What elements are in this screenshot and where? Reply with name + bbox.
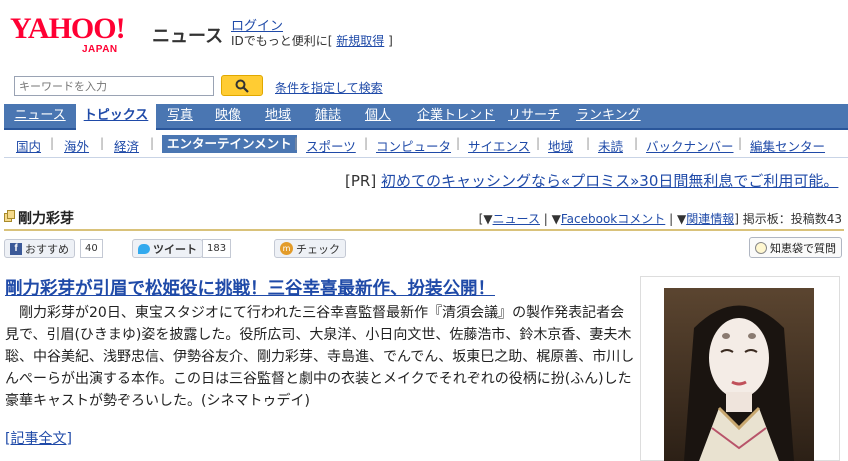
nav-local[interactable]: 地域 xyxy=(260,104,296,128)
advanced-search-link[interactable]: 条件を指定して検索 xyxy=(275,79,383,96)
nav-magazine[interactable]: 雑誌 xyxy=(310,104,346,128)
search-input[interactable] xyxy=(14,76,214,96)
subnav-separator: | xyxy=(738,136,743,150)
triangle-down-icon: ▼ xyxy=(676,212,687,226)
subnav-separator: | xyxy=(150,136,155,150)
mixi-label: チェック xyxy=(296,242,340,256)
subnav-separator: | xyxy=(100,136,105,150)
topic-links: [▼ニュース | ▼Facebookコメント | ▼関連情報] 掲示板：投稿数4… xyxy=(479,210,842,227)
logo-sub: JAPAN xyxy=(82,44,118,55)
section-title: ニュース xyxy=(152,26,224,47)
logo-text: YAHOO! xyxy=(10,12,126,45)
search-button[interactable] xyxy=(221,75,263,96)
subnav-economy[interactable]: 経済 xyxy=(114,136,139,155)
subnav-backnumber[interactable]: バックナンバー xyxy=(646,136,734,155)
login-note: IDでもっと便利に[ 新規取得 ] xyxy=(231,32,393,49)
nav-personal[interactable]: 個人 xyxy=(360,104,396,128)
pr-tag: [PR] xyxy=(345,172,377,190)
facebook-label: おすすめ xyxy=(25,242,69,256)
subnav-editorial[interactable]: 編集センター xyxy=(750,136,825,155)
nav-research[interactable]: リサーチ xyxy=(504,104,564,128)
article-photo[interactable] xyxy=(664,288,814,461)
login-note-prefix: IDでもっと便利に[ xyxy=(231,34,333,48)
login-note-suffix: ] xyxy=(388,34,393,48)
tweet-count: 183 xyxy=(202,239,232,258)
article-body: 剛力彩芽が20日、東宝スタジオにて行われた三谷幸喜監督最新作『清須会議』の製作発… xyxy=(5,305,635,409)
topic-news-link[interactable]: ニュース xyxy=(493,212,540,226)
topic-related-link[interactable]: 関連情報 xyxy=(686,212,734,226)
chiebukuro-label: 知恵袋で質問 xyxy=(770,241,836,255)
nav-news[interactable]: ニュース xyxy=(10,104,70,128)
signup-link[interactable]: 新規取得 xyxy=(336,34,384,48)
subnav-separator: | xyxy=(294,136,299,150)
subnav-entertainment[interactable]: エンターテインメント xyxy=(162,135,297,153)
main-nav: ニュース トピックス 写真 映像 地域 雑誌 個人 企業トレンド リサーチ ラン… xyxy=(4,104,848,130)
board-count: 掲示板：投稿数43 xyxy=(742,212,842,226)
subnav-separator: | xyxy=(536,136,541,150)
article-headline[interactable]: 剛力彩芽が引眉で松姫役に挑戦！三谷幸喜最新作、扮装公開！ xyxy=(5,275,495,300)
tweet-button[interactable]: ツイート xyxy=(132,239,203,258)
triangle-down-icon: ▼ xyxy=(483,212,493,226)
subnav-separator: | xyxy=(586,136,591,150)
subnav-separator: | xyxy=(364,136,369,150)
facebook-icon: f xyxy=(10,242,22,255)
subnav-science[interactable]: サイエンス xyxy=(468,136,530,155)
subnav-separator: | xyxy=(456,136,461,150)
nav-photo[interactable]: 写真 xyxy=(162,104,198,128)
bracket-close: ] xyxy=(734,212,739,226)
subnav-domestic[interactable]: 国内 xyxy=(16,136,41,155)
chiebukuro-icon xyxy=(755,241,767,254)
full-article-link[interactable]: [記事全文] xyxy=(5,428,72,448)
nav-ranking[interactable]: ランキング xyxy=(576,104,641,128)
yahoo-japan-logo[interactable]: YAHOO! JAPAN xyxy=(10,14,148,58)
facebook-count: 40 xyxy=(80,239,103,258)
subnav-unread[interactable]: 未読 xyxy=(598,136,623,155)
triangle-down-icon: ▼ xyxy=(551,212,561,226)
tweet-label: ツイート xyxy=(153,242,197,256)
subnav-sports[interactable]: スポーツ xyxy=(306,136,356,155)
subnav-computer[interactable]: コンピュータ xyxy=(376,136,451,155)
subnav-world[interactable]: 海外 xyxy=(64,136,89,155)
twitter-icon xyxy=(138,243,150,254)
subnav-separator: | xyxy=(634,136,639,150)
search-icon xyxy=(235,79,249,93)
link-separator: | xyxy=(669,212,677,226)
mixi-icon: m xyxy=(280,242,293,255)
subnav-local[interactable]: 地域 xyxy=(548,136,573,155)
chiebukuro-question-button[interactable]: 知恵袋で質問 xyxy=(749,237,842,258)
topic-header: 剛力彩芽 [▼ニュース | ▼Facebookコメント | ▼関連情報] 掲示板… xyxy=(4,205,844,231)
topic-facebook-link[interactable]: Facebookコメント xyxy=(561,212,665,226)
nav-video[interactable]: 映像 xyxy=(210,104,246,128)
pr-link[interactable]: 初めてのキャッシングなら«プロミス»30日間無利息でご利用可能。 xyxy=(381,172,838,190)
topic-icon xyxy=(4,210,15,222)
sub-nav: 国内 | 海外 | 経済 | エンターテインメント | スポーツ | コンピュー… xyxy=(4,132,848,158)
mixi-check-button[interactable]: m チェック xyxy=(274,239,346,258)
portrait-image xyxy=(664,288,814,461)
pr-banner: [PR] 初めてのキャッシングなら«プロミス»30日間無利息でご利用可能。 xyxy=(345,170,838,191)
facebook-recommend-button[interactable]: f おすすめ xyxy=(4,239,75,258)
subnav-separator: | xyxy=(50,136,55,150)
nav-topics[interactable]: トピックス xyxy=(76,104,156,130)
link-separator: | xyxy=(543,212,552,226)
topic-title: 剛力彩芽 xyxy=(18,211,74,227)
nav-corporate-trend[interactable]: 企業トレンド xyxy=(414,104,498,128)
